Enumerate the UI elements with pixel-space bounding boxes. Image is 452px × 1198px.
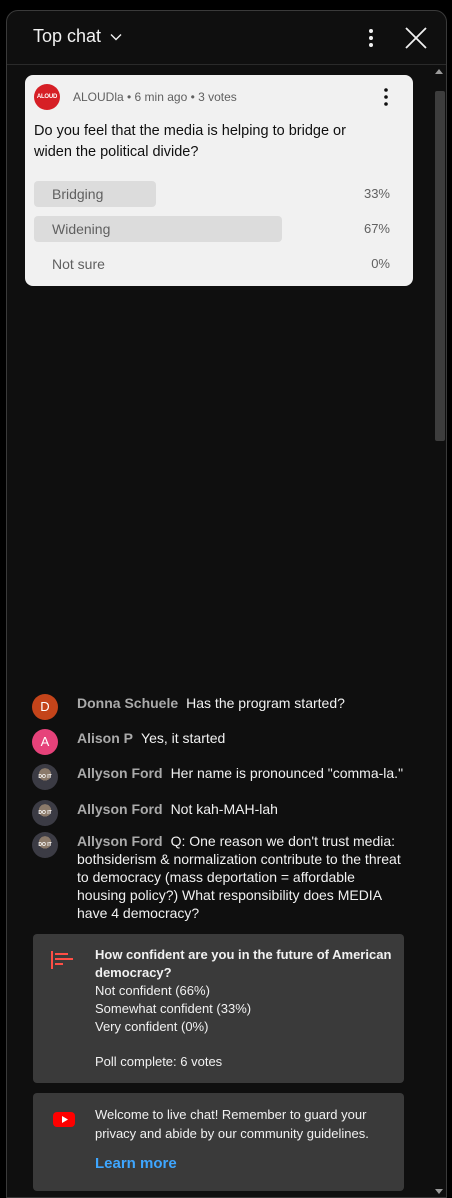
- chat-title: Top chat: [33, 26, 102, 46]
- message-author[interactable]: Donna Schuele: [77, 695, 178, 711]
- scrollbar-thumb[interactable]: [435, 91, 445, 441]
- poll-icon: [51, 951, 73, 969]
- avatar[interactable]: DO IT: [32, 832, 58, 858]
- message-text: Her name is pronounced "comma-la.": [170, 765, 404, 781]
- channel-avatar-text: ALOUD: [36, 94, 58, 100]
- message-author[interactable]: Allyson Ford: [77, 765, 163, 781]
- message-author[interactable]: Allyson Ford: [77, 801, 163, 817]
- chevron-down-icon: [110, 33, 122, 40]
- welcome-card: Welcome to live chat! Remember to guard …: [33, 1093, 404, 1191]
- avatar-letter: A: [40, 734, 50, 749]
- message-text: Has the program started?: [186, 695, 345, 711]
- poll-option-percent: 0%: [371, 256, 390, 271]
- scroll-down-arrow-icon[interactable]: [435, 1189, 443, 1194]
- avatar-photo-text: DO IT: [38, 809, 52, 816]
- poll-option-label: Bridging: [52, 186, 104, 202]
- avatar-photo-text: DO IT: [38, 841, 52, 848]
- avatar[interactable]: D: [32, 694, 58, 720]
- message-author[interactable]: Alison P: [77, 730, 133, 746]
- more-options-icon[interactable]: [359, 25, 383, 51]
- poll-result-line: Somewhat confident (33%): [95, 1001, 252, 1016]
- poll-option-widening[interactable]: Widening 67%: [34, 216, 390, 242]
- avatar[interactable]: DO IT: [32, 764, 58, 790]
- poll-result-line: Not confident (66%): [95, 983, 210, 998]
- poll-option-not-sure[interactable]: Not sure 0%: [34, 251, 390, 277]
- poll-option-label: Not sure: [52, 256, 105, 272]
- youtube-icon: [53, 1112, 75, 1127]
- chat-header: Top chat: [7, 11, 446, 65]
- poll-option-bridging[interactable]: Bridging 33%: [34, 181, 390, 207]
- learn-more-link[interactable]: Learn more: [95, 1155, 177, 1172]
- poll-more-icon[interactable]: [377, 86, 395, 108]
- poll-option-label: Widening: [52, 221, 111, 237]
- avatar[interactable]: DO IT: [32, 800, 58, 826]
- poll-option-percent: 67%: [363, 221, 390, 236]
- avatar-photo-text: DO IT: [38, 773, 52, 780]
- poll-result-line: Very confident (0%): [95, 1019, 209, 1034]
- scroll-up-arrow-icon[interactable]: [435, 69, 443, 74]
- poll-option-percent: 33%: [363, 186, 390, 201]
- channel-avatar[interactable]: ALOUD: [34, 84, 60, 110]
- welcome-text: Welcome to live chat! Remember to guard …: [95, 1107, 369, 1141]
- message-text: Yes, it started: [141, 730, 226, 746]
- poll-meta: ALOUDla • 6 min ago • 3 votes: [73, 90, 237, 104]
- close-icon[interactable]: [403, 25, 429, 51]
- poll-result-card: How confident are you in the future of A…: [33, 934, 404, 1083]
- message-author[interactable]: Allyson Ford: [77, 833, 163, 849]
- poll-result-complete: Poll complete: 6 votes: [95, 1054, 223, 1069]
- avatar-letter: D: [40, 699, 50, 714]
- poll-card: ALOUD ALOUDla • 6 min ago • 3 votes Do y…: [25, 75, 413, 286]
- chat-mode-dropdown[interactable]: Top chat: [33, 26, 123, 47]
- live-chat-panel: Top chat ALOUD ALOUDla • 6 min ago • 3 v…: [6, 10, 447, 1198]
- avatar[interactable]: A: [32, 729, 58, 755]
- message-text: Not kah-MAH-lah: [170, 801, 278, 817]
- poll-result-title: How confident are you in the future of A…: [95, 947, 392, 980]
- poll-question: Do you feel that the media is helping to…: [34, 123, 346, 160]
